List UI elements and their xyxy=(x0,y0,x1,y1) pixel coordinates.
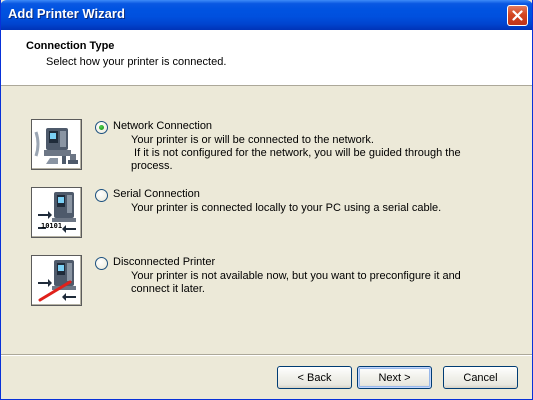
page-subtitle: Select how your printer is connected. xyxy=(46,56,227,68)
title-bar[interactable]: Add Printer Wizard xyxy=(1,0,532,30)
window-title: Add Printer Wizard xyxy=(8,6,125,21)
wizard-window: Add Printer Wizard Connection Type Selec… xyxy=(0,0,533,400)
serial-connection-description: Your printer is connected locally to you… xyxy=(131,202,501,215)
description-line: connect it later. xyxy=(131,283,205,295)
wizard-header: Connection Type Select how your printer … xyxy=(1,30,532,86)
cancel-button[interactable]: Cancel xyxy=(443,366,518,389)
close-button[interactable] xyxy=(507,5,528,26)
disconnected-printer-icon xyxy=(31,255,82,306)
network-printer-icon xyxy=(31,119,82,170)
serial-connection-label[interactable]: Serial Connection xyxy=(113,188,200,200)
network-connection-label[interactable]: Network Connection xyxy=(113,120,212,132)
disconnected-printer-label[interactable]: Disconnected Printer xyxy=(113,256,215,268)
serial-printer-icon: 10101 xyxy=(31,187,82,238)
description-line: Your printer is or will be connected to … xyxy=(131,134,374,146)
page-title: Connection Type xyxy=(26,40,115,52)
network-connection-description: Your printer is or will be connected to … xyxy=(131,134,501,173)
description-line: If it is not configured for the network,… xyxy=(131,147,461,159)
button-divider-highlight xyxy=(1,355,532,356)
next-button[interactable]: Next > xyxy=(357,366,432,389)
serial-connection-radio[interactable] xyxy=(95,189,108,202)
disconnected-printer-radio[interactable] xyxy=(95,257,108,270)
serial-icon-bits: 10101 xyxy=(41,222,62,230)
network-connection-radio[interactable] xyxy=(95,121,108,134)
disconnected-printer-description: Your printer is not available now, but y… xyxy=(131,270,501,296)
description-line: process. xyxy=(131,160,173,172)
back-button[interactable]: < Back xyxy=(277,366,352,389)
close-icon xyxy=(512,10,523,21)
description-line: Your printer is connected locally to you… xyxy=(131,202,442,214)
description-line: Your printer is not available now, but y… xyxy=(131,270,461,282)
